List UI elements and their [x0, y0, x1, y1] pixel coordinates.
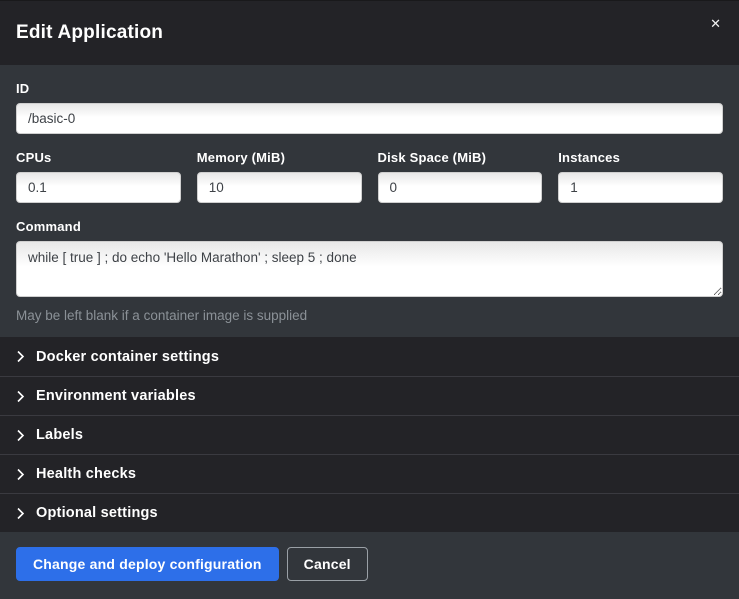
cpus-input[interactable]	[16, 172, 181, 203]
memory-input[interactable]	[197, 172, 362, 203]
section-health-checks[interactable]: Health checks	[0, 454, 739, 493]
command-textarea[interactable]: while [ true ] ; do echo 'Hello Marathon…	[16, 241, 723, 297]
modal-title: Edit Application	[16, 22, 163, 44]
disk-space-input[interactable]	[378, 172, 543, 203]
section-label: Optional settings	[36, 505, 158, 521]
command-field-group: Command while [ true ] ; do echo 'Hello …	[16, 219, 723, 323]
chevron-right-icon	[16, 468, 25, 481]
section-label: Docker container settings	[36, 349, 219, 365]
section-label: Environment variables	[36, 388, 196, 404]
edit-application-modal: Edit Application ✕ ID CPUs Memory (MiB) …	[0, 0, 739, 599]
form-section: ID CPUs Memory (MiB) Disk Space (MiB) In…	[0, 65, 739, 337]
close-icon[interactable]: ✕	[706, 13, 725, 34]
command-label: Command	[16, 219, 723, 234]
section-docker-container-settings[interactable]: Docker container settings	[0, 337, 739, 376]
chevron-right-icon	[16, 390, 25, 403]
cpus-field-group: CPUs	[16, 150, 181, 203]
section-labels[interactable]: Labels	[0, 415, 739, 454]
id-label: ID	[16, 81, 723, 96]
instances-input[interactable]	[558, 172, 723, 203]
cpus-label: CPUs	[16, 150, 181, 165]
id-input[interactable]	[16, 103, 723, 134]
change-and-deploy-button[interactable]: Change and deploy configuration	[16, 547, 279, 581]
id-field-group: ID	[16, 81, 723, 134]
command-help-text: May be left blank if a container image i…	[16, 308, 723, 323]
memory-label: Memory (MiB)	[197, 150, 362, 165]
instances-label: Instances	[558, 150, 723, 165]
accordion-sections: Docker container settings Environment va…	[0, 337, 739, 532]
modal-header: Edit Application ✕	[0, 1, 739, 65]
disk-space-label: Disk Space (MiB)	[378, 150, 543, 165]
chevron-right-icon	[16, 507, 25, 520]
instances-field-group: Instances	[558, 150, 723, 203]
cancel-button[interactable]: Cancel	[287, 547, 368, 581]
section-optional-settings[interactable]: Optional settings	[0, 493, 739, 532]
section-label: Health checks	[36, 466, 136, 482]
chevron-right-icon	[16, 429, 25, 442]
section-label: Labels	[36, 427, 83, 443]
modal-footer: Change and deploy configuration Cancel	[0, 532, 739, 599]
chevron-right-icon	[16, 350, 25, 363]
section-environment-variables[interactable]: Environment variables	[0, 376, 739, 415]
memory-field-group: Memory (MiB)	[197, 150, 362, 203]
disk-space-field-group: Disk Space (MiB)	[378, 150, 543, 203]
resources-row: CPUs Memory (MiB) Disk Space (MiB) Insta…	[16, 150, 723, 203]
